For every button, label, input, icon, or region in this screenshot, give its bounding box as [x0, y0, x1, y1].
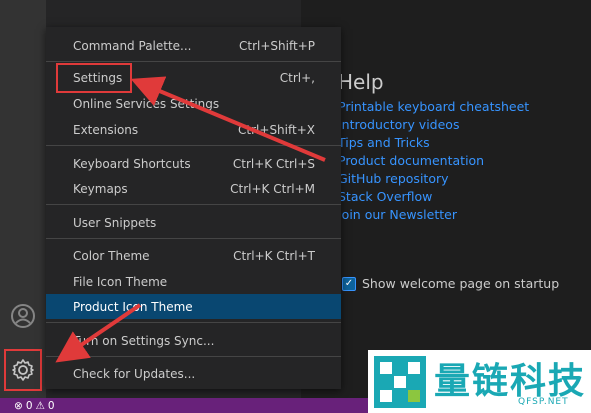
- warning-count[interactable]: 0: [48, 400, 55, 412]
- help-link-stack-overflow[interactable]: Stack Overflow: [338, 188, 529, 206]
- menu-item-shortcut: Ctrl+Shift+X: [238, 122, 315, 137]
- menu-item-color-theme[interactable]: Color Theme Ctrl+K Ctrl+T: [46, 243, 341, 268]
- error-count[interactable]: 0: [26, 400, 33, 412]
- help-links: Printable keyboard cheatsheet Introducto…: [338, 98, 529, 224]
- menu-item-label: Command Palette...: [73, 38, 192, 53]
- menu-item-online-services-settings[interactable]: Online Services Settings: [46, 91, 341, 116]
- menu-item-label: Turn on Settings Sync...: [73, 333, 215, 348]
- menu-item-label: Product Icon Theme: [73, 299, 193, 314]
- help-title: Help: [338, 70, 384, 94]
- menu-item-user-snippets[interactable]: User Snippets: [46, 210, 341, 235]
- help-link-newsletter[interactable]: Join our Newsletter: [338, 206, 529, 224]
- menu-item-label: Keyboard Shortcuts: [73, 156, 191, 171]
- menu-separator: [46, 61, 341, 62]
- watermark-logo: [374, 356, 426, 408]
- watermark-subtext: QFSP.NET: [518, 397, 569, 407]
- menu-item-command-palette[interactable]: Command Palette... Ctrl+Shift+P: [46, 33, 341, 58]
- menu-separator: [46, 322, 341, 323]
- menu-item-label: Check for Updates...: [73, 366, 196, 381]
- account-icon: [11, 304, 35, 328]
- menu-item-shortcut: Ctrl+K Ctrl+S: [232, 156, 315, 171]
- account-button[interactable]: [0, 294, 46, 338]
- help-link-introductory-videos[interactable]: Introductory videos: [338, 116, 529, 134]
- activity-bar: [0, 0, 46, 398]
- startup-option: ✓ Show welcome page on startup: [342, 276, 559, 291]
- help-link-product-documentation[interactable]: Product documentation: [338, 152, 529, 170]
- error-icon: ⊗: [14, 399, 23, 412]
- menu-item-extensions[interactable]: Extensions Ctrl+Shift+X: [46, 117, 341, 142]
- menu-item-label: Extensions: [73, 122, 139, 137]
- menu-item-label: Online Services Settings: [73, 96, 220, 111]
- menu-item-check-for-updates[interactable]: Check for Updates...: [46, 361, 341, 386]
- menu-item-settings-sync[interactable]: Turn on Settings Sync...: [46, 328, 341, 353]
- menu-separator: [46, 356, 341, 357]
- menu-item-shortcut: Ctrl+K Ctrl+M: [230, 181, 315, 196]
- watermark: 量链科技 QFSP.NET: [368, 350, 591, 413]
- help-link-keyboard-cheatsheet[interactable]: Printable keyboard cheatsheet: [338, 98, 529, 116]
- menu-item-label: User Snippets: [73, 215, 157, 230]
- checkmark-icon: ✓: [344, 277, 354, 289]
- menu-item-keyboard-shortcuts[interactable]: Keyboard Shortcuts Ctrl+K Ctrl+S: [46, 151, 341, 176]
- menu-separator: [46, 204, 341, 205]
- menu-separator: [46, 145, 341, 146]
- menu-item-file-icon-theme[interactable]: File Icon Theme: [46, 269, 341, 294]
- menu-item-label: Keymaps: [73, 181, 128, 196]
- menu-item-keymaps[interactable]: Keymaps Ctrl+K Ctrl+M: [46, 176, 341, 201]
- menu-separator: [46, 238, 341, 239]
- menu-item-label: File Icon Theme: [73, 274, 168, 289]
- help-link-github-repository[interactable]: GitHub repository: [338, 170, 529, 188]
- gear-highlight-box: [4, 349, 42, 391]
- settings-highlight-box: [56, 63, 132, 93]
- menu-item-shortcut: Ctrl+Shift+P: [239, 38, 315, 53]
- menu-item-shortcut: Ctrl+,: [279, 70, 315, 85]
- startup-checkbox[interactable]: ✓: [342, 276, 356, 291]
- help-link-tips-and-tricks[interactable]: Tips and Tricks: [338, 134, 529, 152]
- menu-item-label: Color Theme: [73, 248, 150, 263]
- startup-label: Show welcome page on startup: [362, 276, 560, 291]
- warning-icon: ⚠: [35, 399, 45, 412]
- menu-item-product-icon-theme[interactable]: Product Icon Theme: [46, 294, 341, 319]
- menu-item-shortcut: Ctrl+K Ctrl+T: [233, 248, 315, 263]
